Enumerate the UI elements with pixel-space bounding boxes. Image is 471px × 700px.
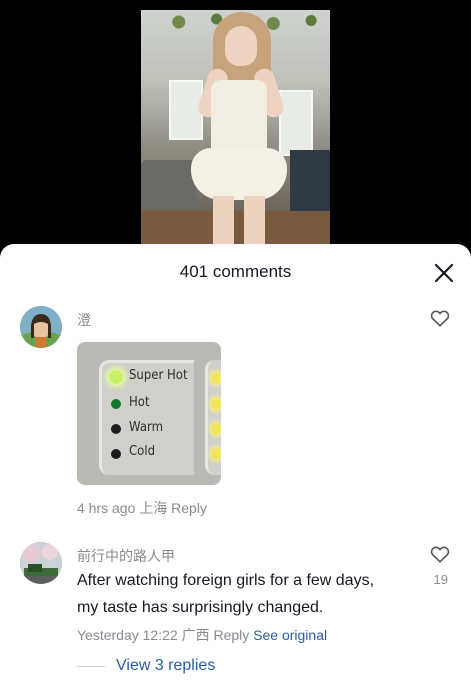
avatar[interactable] [20, 306, 62, 348]
image-label-hot: Hot [129, 395, 150, 410]
comment-text: After watching foreign girls for a few d… [77, 567, 417, 621]
view-replies-label[interactable]: View 3 replies [116, 657, 215, 675]
side-light-3 [211, 423, 221, 435]
indicator-light-cold [111, 449, 121, 459]
comment-meta: Yesterday 12:22 广西 Reply See original [77, 625, 327, 645]
see-original-link[interactable]: See original [253, 627, 327, 643]
heart-outline-icon[interactable] [429, 307, 451, 329]
side-light-1 [211, 372, 221, 384]
comment-username[interactable]: 澄 [77, 310, 91, 330]
video-window-right [279, 90, 313, 156]
heart-outline-icon[interactable] [429, 543, 451, 565]
comment-location: 上海 [139, 500, 168, 516]
view-replies-button[interactable]: View 3 replies [77, 656, 215, 676]
video-sofa [141, 160, 196, 208]
indicator-light-warm [111, 424, 121, 434]
video-person-face [225, 26, 257, 66]
avatar[interactable] [20, 542, 62, 584]
video-person-legs [213, 196, 265, 246]
side-light-4 [211, 448, 221, 460]
comment-username[interactable]: 前行中的路人甲 [77, 546, 175, 566]
comment-text-line-1: After watching foreign girls for a few d… [77, 572, 375, 589]
comment-time: Yesterday 12:22 [77, 627, 178, 643]
comment-text-line-2: my taste has surprisingly changed. [77, 599, 324, 616]
close-icon[interactable] [433, 262, 455, 284]
comments-count-title: 401 comments [179, 262, 292, 281]
like-count: 19 [433, 572, 448, 587]
video-person-dress-skirt [191, 148, 287, 200]
video-frame[interactable] [141, 10, 330, 246]
comment-image[interactable]: Super Hot Hot Warm Cold [77, 342, 221, 485]
indicator-light-hot [111, 399, 121, 409]
comment-location: 广西 [181, 627, 210, 643]
image-label-warm: Warm [129, 420, 164, 435]
view-replies-divider [77, 665, 105, 667]
comments-header: 401 comments [0, 244, 471, 300]
video-player[interactable] [0, 0, 471, 250]
comment-meta: 4 hrs ago 上海 Reply [77, 498, 207, 518]
image-label-cold: Cold [129, 444, 156, 459]
comments-sheet: 401 comments 澄 Super Hot Hot Warm Cold 4… [0, 244, 471, 700]
side-light-2 [211, 398, 221, 410]
comment-time: 4 hrs ago [77, 500, 136, 516]
indicator-light-super-hot [109, 370, 123, 384]
reply-button[interactable]: Reply [171, 500, 207, 516]
image-label-super-hot: Super Hot [129, 368, 188, 383]
reply-button[interactable]: Reply [213, 627, 249, 643]
